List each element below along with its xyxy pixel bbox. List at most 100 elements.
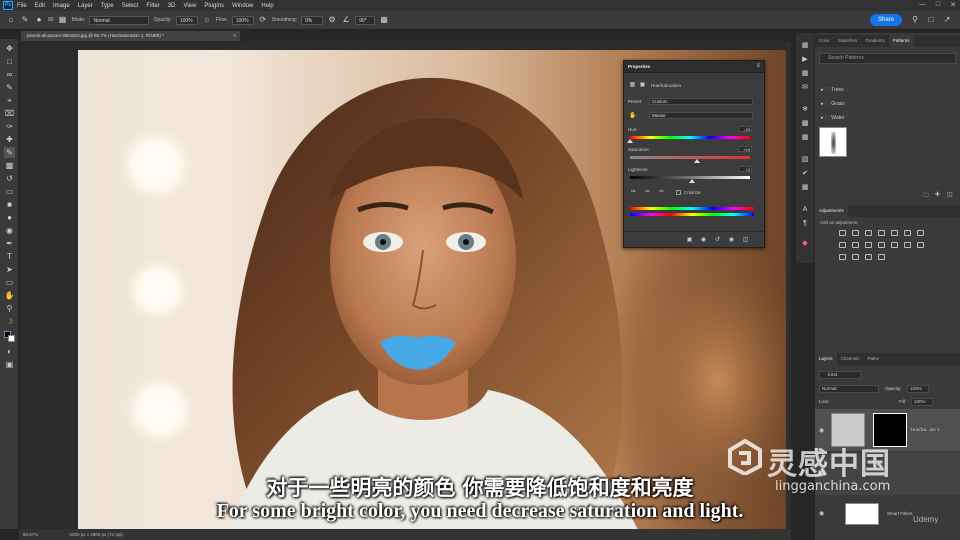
menu-layer[interactable]: Layer xyxy=(78,3,93,9)
eyedropper-icon[interactable]: ✑ xyxy=(630,189,637,195)
menu-help[interactable]: Help xyxy=(261,3,273,9)
dodge-tool-icon[interactable]: ◉ xyxy=(4,225,15,236)
mask-icon[interactable]: ▣ xyxy=(639,82,646,88)
menu-select[interactable]: Select xyxy=(122,3,139,9)
adjustment-gradient-map-icon[interactable] xyxy=(852,254,859,260)
menu-plugins[interactable]: Plugins xyxy=(204,3,224,9)
workspace-icon[interactable]: □ xyxy=(926,15,936,25)
crop-tool-icon[interactable]: ⌖ xyxy=(4,95,15,106)
adjustment-bw-icon[interactable] xyxy=(839,242,846,248)
menu-filter[interactable]: Filter xyxy=(146,3,159,9)
eyedropper-add-icon[interactable]: ✑ xyxy=(644,189,651,195)
filter-kind-select[interactable]: Kind xyxy=(819,371,861,379)
paragraph-icon[interactable]: ¶ xyxy=(800,219,810,229)
tab-close-icon[interactable]: × xyxy=(233,31,236,41)
adjustment-brightness-icon[interactable] xyxy=(839,230,846,236)
layer-opacity-field[interactable]: 100% xyxy=(907,385,929,393)
clip-layer-icon[interactable]: ▣ xyxy=(686,237,693,243)
saturation-slider[interactable] xyxy=(630,156,750,159)
airbrush-icon[interactable]: ⟳ xyxy=(258,15,268,25)
libraries-icon[interactable]: ▦ xyxy=(800,69,810,79)
actions-icon[interactable]: ▶ xyxy=(800,55,810,65)
quick-select-tool-icon[interactable]: ✎ xyxy=(4,82,15,93)
channel-select[interactable]: Master xyxy=(649,112,753,119)
move-tool-icon[interactable]: ✥ xyxy=(4,43,15,54)
colorize-checkbox[interactable] xyxy=(676,190,681,195)
adjustment-gradient-fill-icon[interactable] xyxy=(878,254,885,260)
lightness-field[interactable]: +3 xyxy=(738,166,752,172)
properties-icon[interactable]: ▦ xyxy=(800,133,810,143)
hue-slider-thumb[interactable] xyxy=(627,139,633,143)
history-brush-tool-icon[interactable]: ↺ xyxy=(4,173,15,184)
adjustment-color-lookup-icon[interactable] xyxy=(878,242,885,248)
minimize-icon[interactable]: — xyxy=(919,1,926,9)
lightness-slider-thumb[interactable] xyxy=(689,179,696,183)
adjustment-hue-sat-icon[interactable] xyxy=(904,230,911,236)
adjustment-threshold-icon[interactable] xyxy=(917,242,924,248)
screen-mode-icon[interactable]: ▣ xyxy=(4,359,15,370)
delete-icon[interactable]: ◫ xyxy=(742,237,749,243)
maximize-icon[interactable]: □ xyxy=(936,1,940,9)
eraser-tool-icon[interactable]: ▭ xyxy=(4,186,15,197)
menu-edit[interactable]: Edit xyxy=(35,3,45,9)
frame-tool-icon[interactable]: ⌧ xyxy=(4,108,15,119)
brush-tool-icon[interactable]: ✎ xyxy=(4,147,15,158)
eyedropper-tool-icon[interactable]: ✑ xyxy=(4,121,15,132)
layer-visibility-icon[interactable]: ◉ xyxy=(819,427,824,434)
adjustment-photo-filter-icon[interactable] xyxy=(852,242,859,248)
flow-field[interactable]: 100% xyxy=(231,15,254,25)
saturation-field[interactable]: +16 xyxy=(738,146,752,152)
character-icon[interactable]: A xyxy=(800,205,810,215)
path-select-tool-icon[interactable]: ➤ xyxy=(4,264,15,275)
angle-field[interactable]: 90° xyxy=(355,15,376,25)
color-swatches-icon[interactable] xyxy=(4,331,15,342)
target-adjust-icon[interactable]: ✋ xyxy=(629,113,636,119)
pressure-opacity-icon[interactable]: ☼ xyxy=(202,15,212,25)
hand-tool-icon[interactable]: ✋ xyxy=(4,290,15,301)
smoothing-field[interactable]: 0% xyxy=(301,15,324,25)
healing-tool-icon[interactable]: ✚ xyxy=(4,134,15,145)
menu-file[interactable]: File xyxy=(17,3,27,9)
layer-comps-icon[interactable]: ▦ xyxy=(800,183,810,193)
tab-channels[interactable]: Channels xyxy=(837,353,864,365)
adjustment-selective-color-icon[interactable] xyxy=(839,254,846,260)
visibility-icon[interactable]: ◉ xyxy=(728,237,735,243)
document-tab[interactable]: pexels-ali-pazani-3861814.jpg @ 66.7% (H… xyxy=(21,31,241,41)
tab-layers[interactable]: Layers xyxy=(815,353,837,365)
clone-stamp-tool-icon[interactable]: ▩ xyxy=(4,160,15,171)
adjustment-color-balance-icon[interactable] xyxy=(917,230,924,236)
folder-grass[interactable]: ▸ 🗀 Grass xyxy=(821,99,845,109)
home-icon[interactable]: ⌂ xyxy=(6,15,16,25)
lasso-tool-icon[interactable]: ∞ xyxy=(4,69,15,80)
reset-icon[interactable]: ↺ xyxy=(714,237,721,243)
fill-field[interactable]: 100% xyxy=(911,398,933,406)
menu-window[interactable]: Window xyxy=(232,3,253,9)
brush-settings-icon[interactable]: ▦ xyxy=(58,15,68,25)
gradient-tool-icon[interactable]: ■ xyxy=(4,199,15,210)
saturation-slider-thumb[interactable] xyxy=(694,159,701,163)
close-icon[interactable]: ✕ xyxy=(950,1,956,9)
tool-presets-icon[interactable]: ✔ xyxy=(800,169,810,179)
comments-icon[interactable]: ✉ xyxy=(800,83,810,93)
menu-type[interactable]: Type xyxy=(101,3,114,9)
share-button[interactable]: Share xyxy=(870,14,902,26)
adjustment-exposure-icon[interactable] xyxy=(878,230,885,236)
rectangle-tool-icon[interactable]: ▭ xyxy=(4,277,15,288)
pen-tool-icon[interactable]: ✒ xyxy=(4,238,15,249)
adjustment-solid-color-icon[interactable] xyxy=(865,254,872,260)
blur-tool-icon[interactable]: ● xyxy=(4,212,15,223)
adjustment-channel-mixer-icon[interactable] xyxy=(865,242,872,248)
brushes-icon[interactable]: ❄ xyxy=(800,105,810,115)
pattern-thumbnail[interactable] xyxy=(819,127,847,157)
tab-gradients[interactable]: Gradients xyxy=(861,35,889,47)
search-icon[interactable]: ⚲ xyxy=(910,15,920,25)
brush-preset-icon[interactable]: ● xyxy=(34,15,44,25)
quick-mask-icon[interactable]: ◐ xyxy=(4,346,15,357)
cc-libraries-icon[interactable]: ◆ xyxy=(800,239,810,249)
adjustment-posterize-icon[interactable] xyxy=(904,242,911,248)
tab-paths[interactable]: Paths xyxy=(864,353,884,365)
folder-trees[interactable]: ▸ 🗀 Trees xyxy=(821,85,844,95)
mode-select[interactable]: Normal xyxy=(89,15,150,25)
expand-icon[interactable]: ↗ xyxy=(942,15,952,25)
history-icon[interactable]: ▦ xyxy=(800,41,810,51)
